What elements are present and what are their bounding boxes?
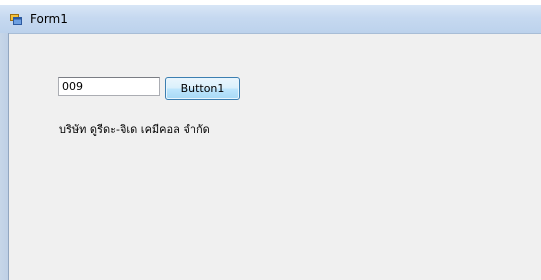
window-frame-left: [0, 33, 9, 280]
form-client-area: Button1 บริษัท ดูรีดะ-จิเด เคมีคอล จำกัด: [9, 34, 541, 280]
button1[interactable]: Button1: [165, 77, 240, 100]
form1-window: Form1 Button1 บริษัท ดูรีดะ-จิเด เคมีคอล…: [0, 0, 541, 280]
label1: บริษัท ดูรีดะ-จิเด เคมีคอล จำกัด: [59, 123, 210, 136]
textbox1[interactable]: [58, 77, 160, 96]
form-icon: [10, 14, 22, 25]
window-title: Form1: [30, 12, 68, 26]
title-bar[interactable]: Form1: [0, 5, 541, 34]
